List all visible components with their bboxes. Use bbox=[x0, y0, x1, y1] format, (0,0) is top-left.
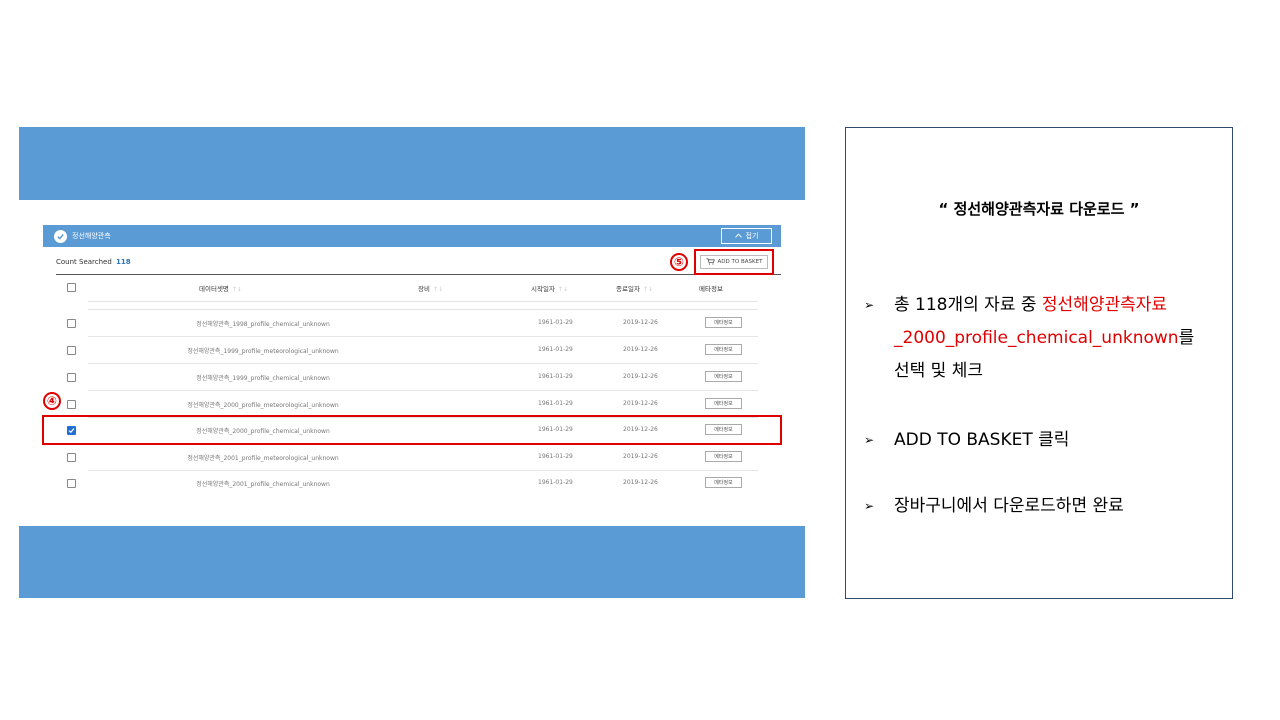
table-row[interactable]: 정선해양관측_1999_profile_meteorological_unkno… bbox=[43, 337, 781, 364]
slide: 정선해양관측 접기 Count Searched 118 ADD TO BASK… bbox=[0, 0, 1280, 720]
step-4-marker: ④ bbox=[43, 392, 61, 410]
count-label: Count Searched bbox=[56, 258, 112, 266]
bullet-download: ➢ 장바구니에서 다운로드하면 완료 bbox=[864, 490, 1219, 523]
bullet-text-part: 선택 및 체크 bbox=[894, 361, 984, 381]
table-row[interactable]: 정선해양관측_1998_profile_chemical_unknown 196… bbox=[43, 310, 781, 337]
section-titlebar: 정선해양관측 접기 bbox=[43, 225, 781, 247]
blue-band-top bbox=[19, 127, 805, 200]
check-circle-icon bbox=[54, 229, 67, 243]
start-date: 1961-01-29 bbox=[538, 346, 573, 353]
column-header-end[interactable]: 종료일자 ↑↓ bbox=[616, 283, 653, 293]
count-searched: Count Searched 118 bbox=[56, 258, 131, 266]
fold-button[interactable]: 접기 bbox=[721, 228, 772, 244]
column-header-equipment-label: 장비 bbox=[418, 285, 430, 293]
bullet-select: ➢ 총 118개의 자료 중 정선해양관측자료 _2000_profile_che… bbox=[864, 289, 1219, 388]
table-row[interactable]: 정선해양관측_2001_profile_chemical_unknown 196… bbox=[43, 470, 781, 497]
end-date: 2019-12-26 bbox=[623, 373, 658, 380]
table-row[interactable]: 정선해양관측_2001_profile_meteorological_unkno… bbox=[43, 444, 781, 471]
dataset-name: 정선해양관측_1999_profile_chemical_unknown bbox=[196, 375, 330, 382]
bullet-text-part: 총 118개의 자료 중 bbox=[894, 295, 1042, 315]
instruction-panel: “ 정선해양관측자료 다운로드 ” ➢ 총 118개의 자료 중 정선해양관측자… bbox=[845, 127, 1233, 599]
panel-title: “ 정선해양관측자료 다운로드 ” bbox=[938, 200, 1140, 218]
row-checkbox[interactable] bbox=[67, 479, 76, 488]
bullet-add-basket-text: ADD TO BASKET 클릭 bbox=[894, 430, 1070, 450]
meta-info-button[interactable]: 메타정보 bbox=[705, 477, 742, 488]
bullet-highlight-text: _2000_profile_chemical_unknown bbox=[894, 328, 1179, 348]
dataset-name: 정선해양관측_2000_profile_meteorological_unkno… bbox=[187, 402, 339, 409]
dataset-name: 정선해양관측_2001_profile_chemical_unknown bbox=[196, 481, 330, 488]
column-header-start-label: 시작일자 bbox=[531, 285, 555, 293]
start-date: 1961-01-29 bbox=[538, 479, 573, 486]
meta-info-button[interactable]: 메타정보 bbox=[705, 398, 742, 409]
chevron-up-icon bbox=[734, 232, 742, 240]
bullet-select-text: 총 118개의 자료 중 정선해양관측자료 _2000_profile_chemi… bbox=[894, 289, 1219, 388]
dataset-name: 정선해양관측_1998_profile_chemical_unknown bbox=[196, 321, 330, 328]
sort-icon: ↑↓ bbox=[231, 286, 242, 293]
end-date: 2019-12-26 bbox=[623, 453, 658, 460]
start-date: 1961-01-29 bbox=[538, 400, 573, 407]
sort-icon: ↑↓ bbox=[557, 286, 568, 293]
count-value: 118 bbox=[116, 258, 131, 266]
end-date: 2019-12-26 bbox=[623, 319, 658, 326]
header-bottom-line bbox=[88, 301, 758, 302]
arrow-bullet-icon: ➢ bbox=[864, 499, 875, 513]
blue-band-bottom bbox=[19, 526, 805, 598]
bullet-text-part: 를 bbox=[1178, 328, 1195, 348]
table-row[interactable]: 정선해양관측_2000_profile_meteorological_unkno… bbox=[43, 391, 781, 418]
bullet-add-basket: ➢ ADD TO BASKET 클릭 bbox=[864, 424, 1219, 457]
sort-icon: ↑↓ bbox=[642, 286, 653, 293]
row-checkbox[interactable] bbox=[67, 453, 76, 462]
column-header-equipment[interactable]: 장비 ↑↓ bbox=[418, 283, 443, 293]
bullet-highlight-text: 정선해양관측자료 bbox=[1041, 295, 1168, 315]
meta-info-button[interactable]: 메타정보 bbox=[705, 317, 742, 328]
row-checkbox[interactable] bbox=[67, 346, 76, 355]
bullet-download-text: 장바구니에서 다운로드하면 완료 bbox=[894, 496, 1124, 516]
section-title: 정선해양관측 bbox=[72, 232, 111, 240]
arrow-bullet-icon: ➢ bbox=[864, 433, 875, 447]
highlight-basket-button bbox=[694, 249, 774, 275]
select-all-checkbox[interactable] bbox=[67, 283, 76, 292]
meta-info-button[interactable]: 메타정보 bbox=[705, 371, 742, 382]
column-header-name[interactable]: 데이터셋명 ↑↓ bbox=[199, 283, 242, 293]
meta-info-button[interactable]: 메타정보 bbox=[705, 344, 742, 355]
end-date: 2019-12-26 bbox=[623, 400, 658, 407]
meta-info-button[interactable]: 메타정보 bbox=[705, 451, 742, 462]
column-header-meta: 메타정보 bbox=[699, 285, 723, 293]
fold-label: 접기 bbox=[745, 232, 759, 240]
column-header-end-label: 종료일자 bbox=[616, 285, 640, 293]
end-date: 2019-12-26 bbox=[623, 479, 658, 486]
start-date: 1961-01-29 bbox=[538, 319, 573, 326]
arrow-bullet-icon: ➢ bbox=[864, 298, 875, 312]
end-date: 2019-12-26 bbox=[623, 346, 658, 353]
dataset-name: 정선해양관측_2001_profile_meteorological_unkno… bbox=[187, 455, 339, 462]
row-checkbox[interactable] bbox=[67, 400, 76, 409]
header-divider bbox=[56, 274, 781, 275]
start-date: 1961-01-29 bbox=[538, 453, 573, 460]
column-header-start[interactable]: 시작일자 ↑↓ bbox=[531, 283, 568, 293]
step-5-marker: ⑤ bbox=[670, 253, 688, 271]
sort-icon: ↑↓ bbox=[432, 286, 444, 293]
highlight-selected-row bbox=[42, 415, 782, 445]
start-date: 1961-01-29 bbox=[538, 373, 573, 380]
column-header-name-label: 데이터셋명 bbox=[199, 285, 229, 293]
dataset-name: 정선해양관측_1999_profile_meteorological_unkno… bbox=[187, 348, 339, 355]
row-checkbox[interactable] bbox=[67, 373, 76, 382]
table-row[interactable]: 정선해양관측_1999_profile_chemical_unknown 196… bbox=[43, 364, 781, 391]
row-checkbox[interactable] bbox=[67, 319, 76, 328]
